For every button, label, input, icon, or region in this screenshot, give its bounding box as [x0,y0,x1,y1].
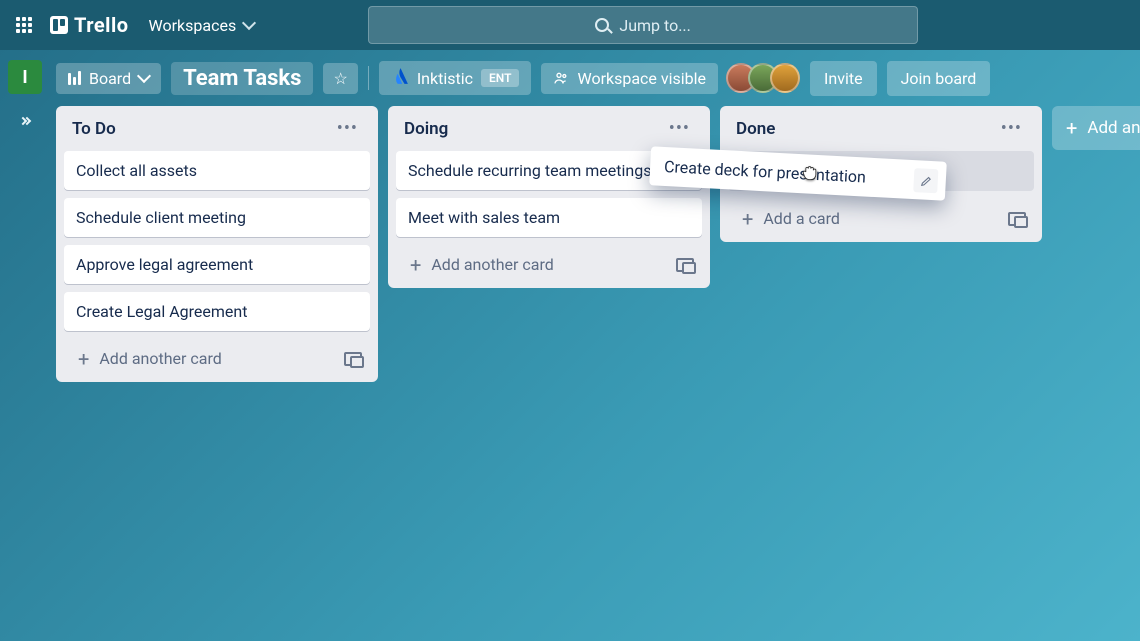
add-card-label: Add another card [431,255,553,274]
org-name: Inktistic [417,69,473,88]
trello-logo[interactable]: Trello [50,13,129,37]
plus-icon: + [742,212,753,226]
list-title[interactable]: Done [736,119,775,139]
pencil-icon [913,168,938,193]
add-card-label: Add another card [99,349,221,368]
list-menu-button[interactable]: ••• [665,116,694,141]
card[interactable]: Schedule client meeting [64,198,370,237]
add-card-button[interactable]: + Add another card [404,251,560,278]
workspace-avatar[interactable]: I [8,60,42,94]
chevron-double-right-icon [20,118,30,124]
list-title[interactable]: To Do [72,119,116,139]
trello-logo-text: Trello [74,13,129,37]
list-doing: Doing ••• Schedule recurring team meetin… [388,106,710,288]
global-header: Trello Workspaces Jump to... [0,0,1140,50]
list-title[interactable]: Doing [404,119,448,139]
board-view-icon [68,71,81,85]
people-icon [553,70,569,86]
add-list-label: Add another list [1087,118,1140,138]
card[interactable]: Meet with sales team [396,198,702,237]
board-view-label: Board [89,69,131,88]
star-icon: ☆ [333,69,347,88]
board-header: Board Team Tasks ☆ Inktistic ENT Workspa… [50,50,1140,106]
plus-icon: + [78,352,89,366]
member-avatar[interactable] [770,63,800,93]
visibility-button[interactable]: Workspace visible [541,63,718,94]
star-board-button[interactable]: ☆ [323,63,357,94]
add-card-button[interactable]: + Add a card [736,205,846,232]
board-view-switcher[interactable]: Board [56,63,161,94]
trello-logo-icon [50,16,68,34]
chevron-down-icon [242,16,256,30]
search-placeholder: Jump to... [619,16,691,35]
plus-icon: + [1066,121,1077,135]
card-template-button[interactable] [344,352,362,366]
global-search[interactable]: Jump to... [368,6,918,44]
add-card-button[interactable]: + Add another card [72,345,228,372]
expand-sidebar-button[interactable] [12,108,38,134]
dragging-card-text: Create deck for presentation [664,157,867,187]
workspace-initial: I [22,67,27,88]
card[interactable]: Approve legal agreement [64,245,370,284]
card-template-button[interactable] [1008,212,1026,226]
apps-switcher-button[interactable] [8,9,40,41]
org-button[interactable]: Inktistic ENT [379,61,532,95]
join-board-button[interactable]: Join board [887,61,991,96]
board-lists: To Do ••• Collect all assets Schedule cl… [50,106,1140,641]
add-card-label: Add a card [763,209,840,228]
workspaces-menu[interactable]: Workspaces [139,10,265,41]
card[interactable]: Collect all assets [64,151,370,190]
board-members[interactable] [734,63,800,93]
org-badge: ENT [481,69,519,87]
list-menu-button[interactable]: ••• [333,116,362,141]
chevron-down-icon [137,69,151,83]
search-icon [595,18,609,32]
board-name[interactable]: Team Tasks [171,62,313,95]
plus-icon: + [410,258,421,272]
add-list-button[interactable]: + Add another list [1052,106,1140,150]
visibility-label: Workspace visible [577,69,706,88]
list-todo: To Do ••• Collect all assets Schedule cl… [56,106,378,382]
card-template-button[interactable] [676,258,694,272]
apps-grid-icon [16,17,32,33]
invite-button[interactable]: Invite [810,61,877,96]
atlassian-icon [391,67,409,89]
workspace-sidebar-collapsed: I [0,50,50,641]
divider [368,66,369,90]
workspaces-label: Workspaces [149,16,237,35]
list-menu-button[interactable]: ••• [997,116,1026,141]
card[interactable]: Create Legal Agreement [64,292,370,331]
